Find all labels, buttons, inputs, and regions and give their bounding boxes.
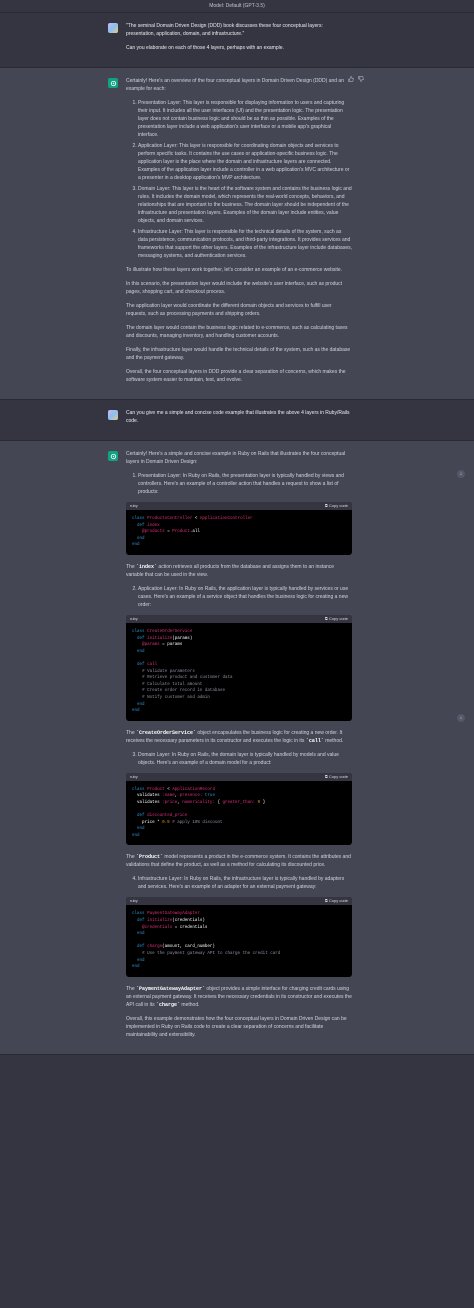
code-content: class ProductsController < ApplicationCo… xyxy=(132,517,253,548)
inline-code: `call` xyxy=(305,737,324,744)
list-item: Domain Layer: In Ruby on Rails, the doma… xyxy=(138,751,352,767)
code-language: ruby xyxy=(130,898,138,904)
code-content: class PaymentGatewayAdapter def initiali… xyxy=(132,912,281,970)
list-item-text: Presentation Layer: In Ruby on Rails, th… xyxy=(138,473,344,495)
code-language: ruby xyxy=(130,615,138,621)
list-item: Application Layer: In Ruby on Rails, the… xyxy=(138,585,352,609)
layers-list: Presentation Layer: This layer is respon… xyxy=(126,99,352,260)
answer-intro: Certainly! Here's a simple and concise e… xyxy=(126,451,346,465)
text: action retrieves all products from the d… xyxy=(126,563,335,578)
code-block: ruby ⧉ Copy code class Product < Applicat… xyxy=(126,772,352,846)
code-block: ruby ⧉ Copy code class CreateOrderService… xyxy=(126,614,352,721)
copy-code-label: Copy code xyxy=(328,898,348,904)
text: method. xyxy=(323,737,344,744)
user-avatar-icon xyxy=(108,23,118,33)
answer-intro: Certainly! Here's an overview of the fou… xyxy=(126,78,344,92)
inline-code: `charge` xyxy=(156,1001,181,1008)
answer-paragraph: The `Product` model represents a product… xyxy=(126,853,352,869)
copy-code-button[interactable]: ⧉ Copy code xyxy=(325,615,348,623)
answer-paragraph: Overall, this example demonstrates how t… xyxy=(126,1015,347,1038)
copy-code-label: Copy code xyxy=(328,615,348,621)
copy-code-button[interactable]: ⧉ Copy code xyxy=(325,502,348,510)
layers-list: Application Layer: In Ruby on Rails, the… xyxy=(126,585,352,609)
model-label: Model: Default (GPT-3.5) xyxy=(0,0,474,13)
code-language: ruby xyxy=(130,773,138,779)
arrow-down-icon[interactable]: ↓ xyxy=(457,714,465,722)
text: method. xyxy=(180,1001,200,1008)
answer-paragraph: The `index` action retrieves all product… xyxy=(126,563,352,579)
list-item-text: Infrastructure Layer: In Ruby on Rails, … xyxy=(138,876,345,891)
user-message: "The seminal Domain Driven Design (DDD) … xyxy=(0,13,474,68)
answer-paragraph: The `CreateOrderService` object encapsul… xyxy=(126,729,352,745)
assistant-message: Certainly! Here's a simple and concise e… xyxy=(0,441,474,1055)
arrow-down-icon[interactable]: ↓ xyxy=(457,470,465,478)
user-message-text: Can you elaborate on each of those 4 lay… xyxy=(126,45,284,51)
user-message-text: Can you give me a simple and concise cod… xyxy=(126,410,350,424)
copy-code-label: Copy code xyxy=(328,773,348,779)
answer-paragraph: Overall, the four conceptual layers in D… xyxy=(126,369,346,383)
thumbs-down-icon[interactable] xyxy=(358,76,364,82)
text: The xyxy=(126,729,137,736)
answer-paragraph: The `PaymentGatewayAdapter` object provi… xyxy=(126,985,352,1009)
code-block: ruby ⧉ Copy code class PaymentGatewayAdap… xyxy=(126,897,352,977)
thumbs-up-icon[interactable] xyxy=(348,76,354,82)
feedback-buttons xyxy=(348,76,364,82)
code-block: ruby ⧉ Copy code class ProductsController… xyxy=(126,502,352,555)
layers-list: Infrastructure Layer: In Ruby on Rails, … xyxy=(126,875,352,891)
answer-paragraph: The domain layer would contain the busin… xyxy=(126,325,348,339)
inline-code: `PaymentGatewayAdapter` xyxy=(136,985,206,992)
answer-paragraph: Finally, the infrastructure layer would … xyxy=(126,347,351,361)
text: The xyxy=(126,854,137,861)
openai-logo-icon xyxy=(108,78,118,88)
list-item: Infrastructure Layer: In Ruby on Rails, … xyxy=(138,875,352,891)
answer-paragraph: The application layer would coordinate t… xyxy=(126,303,332,317)
openai-logo-icon xyxy=(108,451,118,461)
user-message: Can you give me a simple and concise cod… xyxy=(0,400,474,441)
inline-code: `Product` xyxy=(136,854,164,861)
list-item: Domain Layer: This layer is the heart of… xyxy=(138,185,352,225)
inline-code: `CreateOrderService` xyxy=(136,729,197,736)
user-avatar-icon xyxy=(108,410,118,420)
list-item-text: Application Layer: In Ruby on Rails, the… xyxy=(138,585,349,608)
answer-paragraph: In this scenario, the presentation layer… xyxy=(126,281,343,295)
answer-paragraph: To illustrate how these layers work toge… xyxy=(126,267,343,273)
code-language: ruby xyxy=(130,503,138,508)
layers-list: Presentation Layer: In Ruby on Rails, th… xyxy=(126,472,352,496)
copy-code-button[interactable]: ⧉ Copy code xyxy=(325,773,348,781)
copy-code-label: Copy code xyxy=(328,503,348,508)
footer-area xyxy=(0,1054,474,1125)
list-item: Infrastructure Layer: This layer is resp… xyxy=(138,228,352,260)
text: The xyxy=(126,563,137,570)
code-content: class Product < ApplicationRecord valida… xyxy=(132,787,266,838)
user-message-text: "The seminal Domain Driven Design (DDD) … xyxy=(126,23,323,37)
text: The xyxy=(126,985,137,992)
list-item-text: Domain Layer: In Ruby on Rails, the doma… xyxy=(138,751,339,766)
list-item: Presentation Layer: This layer is respon… xyxy=(138,99,352,139)
list-item: Application Layer: This layer is respons… xyxy=(138,142,352,182)
layers-list: Domain Layer: In Ruby on Rails, the doma… xyxy=(126,751,352,767)
list-item: Presentation Layer: In Ruby on Rails, th… xyxy=(138,472,352,496)
copy-code-button[interactable]: ⧉ Copy code xyxy=(325,897,348,905)
code-content: class CreateOrderService def initialize(… xyxy=(132,629,233,714)
inline-code: `index` xyxy=(136,563,158,570)
assistant-message: Certainly! Here's an overview of the fou… xyxy=(0,68,474,400)
